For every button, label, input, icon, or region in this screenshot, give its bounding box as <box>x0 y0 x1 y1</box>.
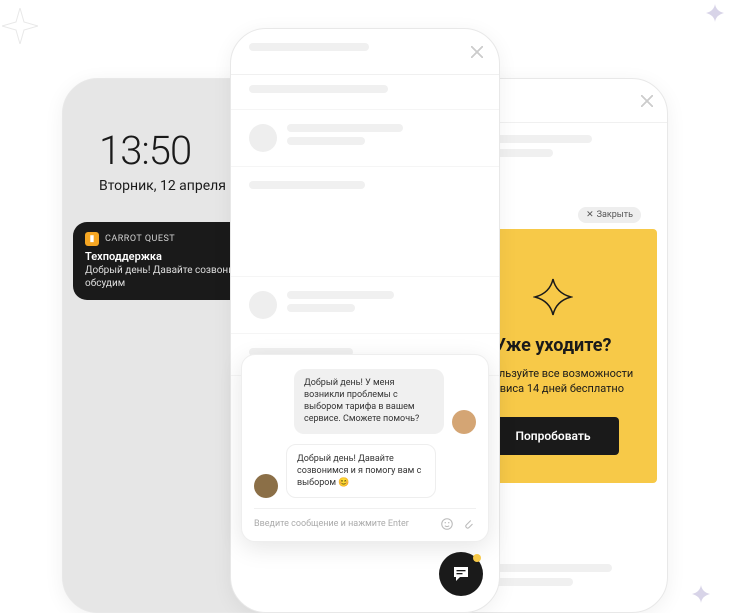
close-label: Закрыть <box>597 210 633 220</box>
avatar-skeleton <box>249 291 277 319</box>
chat-message-agent: Добрый день! Давайте созвонимся и я помо… <box>254 444 476 498</box>
app-icon: ▮ <box>85 232 99 246</box>
sparkle-icon <box>2 8 38 44</box>
message-bubble: Добрый день! У меня возникли проблемы с … <box>294 369 444 434</box>
chat-icon <box>451 564 471 584</box>
avatar <box>452 410 476 434</box>
phone-chat: Добрый день! У меня возникли проблемы с … <box>230 28 500 613</box>
cta-button[interactable]: Попробовать <box>487 417 618 455</box>
close-button[interactable]: ✕ Закрыть <box>578 207 641 223</box>
list-item <box>231 277 499 334</box>
avatar <box>254 474 278 498</box>
list-item <box>231 110 499 167</box>
message-bubble: Добрый день! Давайте созвонимся и я помо… <box>286 444 436 498</box>
emoji-icon[interactable] <box>440 517 454 531</box>
avatar-skeleton <box>249 124 277 152</box>
browser-header <box>231 29 499 75</box>
chat-input-row: Введите сообщение и нажмите Enter <box>254 508 476 531</box>
notif-app-name: CARROT QUEST <box>105 234 175 244</box>
sparkle-icon <box>706 4 724 22</box>
chat-message-user: Добрый день! У меня возникли проблемы с … <box>254 369 476 434</box>
chat-launcher-button[interactable] <box>439 552 483 596</box>
skeleton-content <box>231 75 499 110</box>
sparkle-icon <box>533 277 573 317</box>
list-item <box>231 167 499 277</box>
close-icon: ✕ <box>586 210 594 220</box>
attach-icon[interactable] <box>462 517 476 531</box>
chat-input[interactable]: Введите сообщение и нажмите Enter <box>254 519 432 529</box>
sparkle-icon <box>692 585 710 603</box>
chat-widget: Добрый день! У меня возникли проблемы с … <box>241 354 489 542</box>
